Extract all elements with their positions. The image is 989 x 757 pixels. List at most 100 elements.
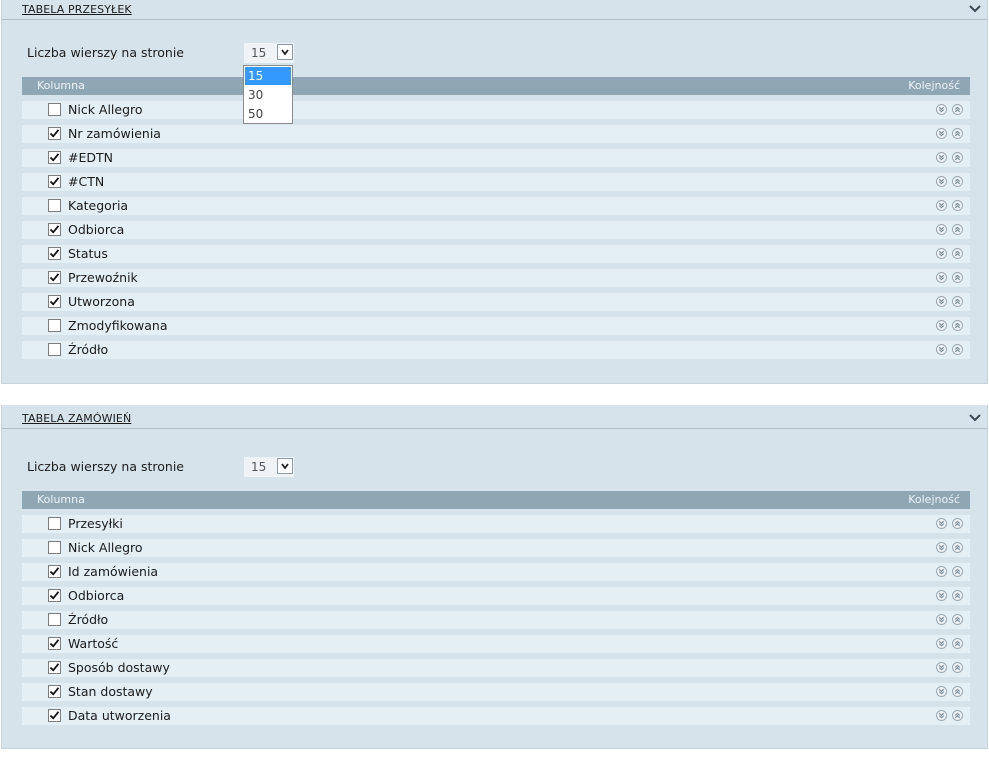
move-down-icon[interactable] (936, 296, 947, 307)
column-visibility-checkbox[interactable] (48, 151, 61, 164)
column-visibility-checkbox[interactable] (48, 637, 61, 650)
column-header-label: Kolumna (37, 79, 85, 92)
move-up-icon[interactable] (952, 320, 963, 331)
move-up-icon[interactable] (952, 614, 963, 625)
panel-header: TABELA ZAMÓWIEŃ (2, 405, 987, 429)
chevron-down-icon[interactable] (968, 411, 982, 425)
move-up-icon[interactable] (952, 128, 963, 139)
column-row: Stan dostawy (22, 683, 970, 701)
move-down-icon[interactable] (936, 152, 947, 163)
column-row: Źródło (22, 611, 970, 629)
checkmark-icon (49, 129, 60, 138)
move-up-icon[interactable] (952, 104, 963, 115)
column-visibility-checkbox[interactable] (48, 589, 61, 602)
column-row: Wartość (22, 635, 970, 653)
orders-table-panel: TABELA ZAMÓWIEŃ Liczba wierszy na stroni… (1, 405, 988, 749)
column-visibility-checkbox[interactable] (48, 613, 61, 626)
column-label: Wartość (68, 636, 119, 651)
column-visibility-checkbox[interactable] (48, 541, 61, 554)
column-row: Status (22, 245, 970, 263)
move-down-icon[interactable] (936, 224, 947, 235)
column-visibility-checkbox[interactable] (48, 709, 61, 722)
move-up-icon[interactable] (952, 566, 963, 577)
move-down-icon[interactable] (936, 710, 947, 721)
move-up-icon[interactable] (952, 542, 963, 553)
column-visibility-checkbox[interactable] (48, 271, 61, 284)
column-label: Status (68, 246, 108, 261)
move-down-icon[interactable] (936, 662, 947, 673)
rows-per-page-select[interactable]: 15 (244, 457, 294, 477)
move-down-icon[interactable] (936, 176, 947, 187)
move-up-icon[interactable] (952, 686, 963, 697)
column-visibility-checkbox[interactable] (48, 295, 61, 308)
select-value: 15 (251, 46, 267, 60)
rows-per-page-select[interactable]: 15 (244, 43, 294, 63)
move-up-icon[interactable] (952, 590, 963, 601)
move-up-icon[interactable] (952, 176, 963, 187)
column-visibility-checkbox[interactable] (48, 247, 61, 260)
move-down-icon[interactable] (936, 272, 947, 283)
move-up-icon[interactable] (952, 152, 963, 163)
column-visibility-checkbox[interactable] (48, 175, 61, 188)
move-down-icon[interactable] (936, 344, 947, 355)
order-header-label: Kolejność (908, 493, 960, 506)
dropdown-option[interactable]: 30 (245, 86, 291, 104)
rows-per-page-label: Liczba wierszy na stronie (27, 45, 184, 60)
move-down-icon[interactable] (936, 320, 947, 331)
column-label: Źródło (68, 612, 109, 627)
column-row: Utworzona (22, 293, 970, 311)
checkmark-icon (49, 249, 60, 258)
panel-header: TABELA PRZESYŁEK (2, 0, 987, 20)
move-up-icon[interactable] (952, 296, 963, 307)
column-visibility-checkbox[interactable] (48, 685, 61, 698)
move-down-icon[interactable] (936, 104, 947, 115)
column-row: #EDTN (22, 149, 970, 167)
column-header-label: Kolumna (37, 493, 85, 506)
select-arrow-button[interactable] (277, 458, 293, 474)
column-visibility-checkbox[interactable] (48, 517, 61, 530)
move-down-icon[interactable] (936, 566, 947, 577)
column-label: Przewoźnik (68, 270, 138, 285)
move-up-icon[interactable] (952, 224, 963, 235)
move-down-icon[interactable] (936, 128, 947, 139)
chevron-down-icon (281, 463, 289, 470)
column-visibility-checkbox[interactable] (48, 127, 61, 140)
move-down-icon[interactable] (936, 518, 947, 529)
move-up-icon[interactable] (952, 662, 963, 673)
column-visibility-checkbox[interactable] (48, 565, 61, 578)
column-row: Nick Allegro (22, 101, 970, 119)
move-down-icon[interactable] (936, 542, 947, 553)
dropdown-option[interactable]: 50 (245, 105, 291, 123)
column-row: Przewoźnik (22, 269, 970, 287)
move-up-icon[interactable] (952, 248, 963, 259)
dropdown-option[interactable]: 15 (245, 67, 291, 85)
move-up-icon[interactable] (952, 710, 963, 721)
move-up-icon[interactable] (952, 638, 963, 649)
move-up-icon[interactable] (952, 200, 963, 211)
chevron-down-icon[interactable] (968, 2, 982, 16)
shipments-table-panel: TABELA PRZESYŁEK Liczba wierszy na stron… (1, 0, 988, 384)
column-visibility-checkbox[interactable] (48, 223, 61, 236)
column-visibility-checkbox[interactable] (48, 661, 61, 674)
column-row: #CTN (22, 173, 970, 191)
move-down-icon[interactable] (936, 200, 947, 211)
move-down-icon[interactable] (936, 248, 947, 259)
move-up-icon[interactable] (952, 518, 963, 529)
chevron-down-icon (281, 49, 289, 56)
move-down-icon[interactable] (936, 614, 947, 625)
move-up-icon[interactable] (952, 272, 963, 283)
column-visibility-checkbox[interactable] (48, 343, 61, 356)
move-down-icon[interactable] (936, 638, 947, 649)
column-visibility-checkbox[interactable] (48, 103, 61, 116)
move-down-icon[interactable] (936, 590, 947, 601)
panel-title[interactable]: TABELA ZAMÓWIEŃ (22, 412, 131, 425)
column-visibility-checkbox[interactable] (48, 199, 61, 212)
move-down-icon[interactable] (936, 686, 947, 697)
panel-title[interactable]: TABELA PRZESYŁEK (22, 3, 132, 16)
column-row: Źródło (22, 341, 970, 359)
column-row: Zmodyfikowana (22, 317, 970, 335)
move-up-icon[interactable] (952, 344, 963, 355)
select-arrow-button[interactable] (277, 44, 293, 60)
column-visibility-checkbox[interactable] (48, 319, 61, 332)
column-label: Odbiorca (68, 588, 125, 603)
